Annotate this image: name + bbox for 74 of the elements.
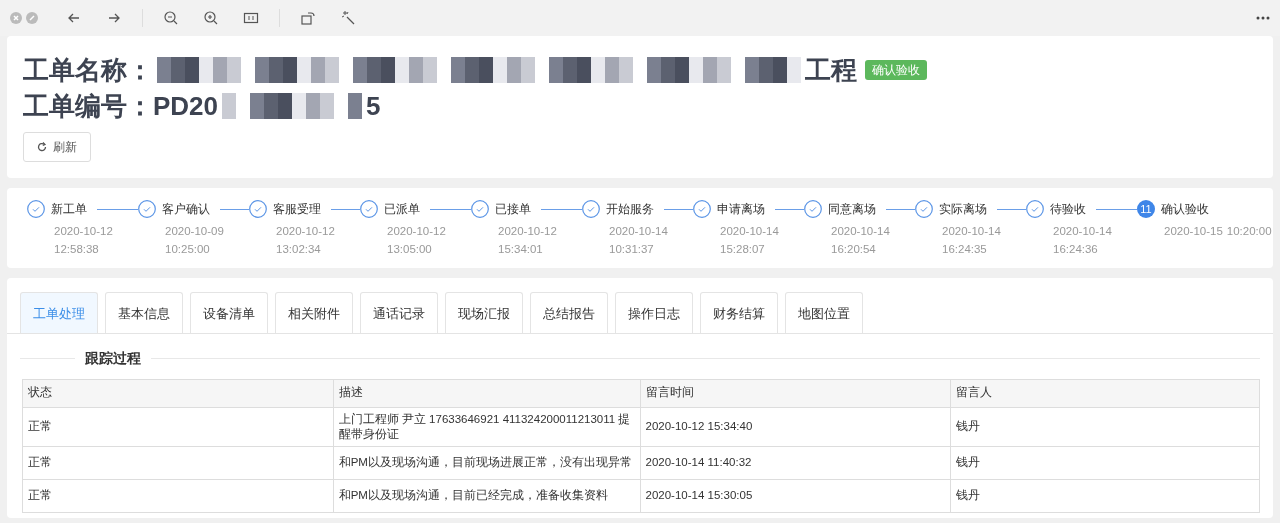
step-title: 客户确认: [162, 201, 210, 218]
step-title: 确认验收: [1161, 201, 1209, 218]
tab[interactable]: 现场汇报: [445, 292, 523, 333]
tab[interactable]: 总结报告: [530, 292, 608, 333]
step-title: 新工单: [51, 201, 87, 218]
step-date: 2020-10-14: [831, 224, 891, 239]
zoom-in-icon[interactable]: [203, 10, 219, 26]
order-number-label: 工单编号：: [23, 90, 153, 123]
rotate-icon[interactable]: [300, 10, 316, 26]
tab[interactable]: 设备清单: [190, 292, 268, 333]
step-date: 2020-10-09: [165, 224, 225, 239]
table-cell: 2020-10-14 11:40:32: [640, 446, 951, 479]
step-title: 客服受理: [273, 201, 321, 218]
order-name-label: 工单名称：: [23, 54, 153, 87]
tab[interactable]: 地图位置: [785, 292, 863, 333]
step-time: 12:58:38: [54, 242, 100, 257]
table-cell: 正常: [22, 479, 334, 512]
step-title: 实际离场: [939, 201, 987, 218]
step-title: 同意离场: [828, 201, 876, 218]
step-time: 16:20:54: [831, 242, 877, 257]
step-time: 10:20:00: [1226, 224, 1272, 239]
column-header: 留言人: [950, 379, 1260, 407]
step-time: 10:31:37: [609, 242, 655, 257]
column-header: 状态: [22, 379, 334, 407]
step-date: 2020-10-15: [1164, 224, 1223, 239]
table-cell: 钱丹: [950, 446, 1260, 479]
step-title: 开始服务: [606, 201, 654, 218]
step-time: 13:05:00: [387, 242, 433, 257]
step-title: 待验收: [1050, 201, 1086, 218]
more-icon[interactable]: [1256, 16, 1270, 20]
zoom-out-icon[interactable]: [163, 10, 179, 26]
step-date: 2020-10-12: [498, 224, 558, 239]
status-badge: 确认验收: [865, 60, 927, 80]
order-name-text: 工程: [805, 54, 857, 87]
refresh-button[interactable]: 刷新: [23, 132, 91, 162]
table-cell: 和PM以及现场沟通，目前已经完成，准备收集资料: [333, 479, 640, 512]
table-cell: 钱丹: [950, 479, 1260, 512]
refresh-icon: [37, 142, 47, 152]
table-cell: 正常: [22, 407, 334, 446]
step-date: 2020-10-14: [1053, 224, 1113, 239]
step-number: 11: [1137, 200, 1155, 218]
step-time: 10:25:00: [165, 242, 211, 257]
step-time: 16:24:35: [942, 242, 988, 257]
step-title: 申请离场: [717, 201, 765, 218]
table-cell: 正常: [22, 446, 334, 479]
step-title: 已接单: [495, 201, 531, 218]
step-date: 2020-10-14: [609, 224, 669, 239]
table-cell: 钱丹: [950, 407, 1260, 446]
order-number-text: 5: [366, 90, 381, 123]
tab[interactable]: 通话记录: [360, 292, 438, 333]
step-time: 15:28:07: [720, 242, 766, 257]
fit-size-icon[interactable]: [243, 10, 259, 26]
table-cell: 2020-10-14 15:30:05: [640, 479, 951, 512]
step-time: 15:34:01: [498, 242, 544, 257]
step-title: 已派单: [384, 201, 420, 218]
table-cell: 和PM以及现场沟通，目前现场进展正常，没有出现异常: [333, 446, 640, 479]
tab[interactable]: 操作日志: [615, 292, 693, 333]
step-date: 2020-10-14: [720, 224, 780, 239]
order-number-text: PD20: [153, 90, 219, 123]
column-header: 留言时间: [640, 379, 951, 407]
tab[interactable]: 相关附件: [275, 292, 353, 333]
tab[interactable]: 基本信息: [105, 292, 183, 333]
section-title: 跟踪过程: [84, 348, 142, 368]
step-time: 16:24:36: [1053, 242, 1099, 257]
table-cell: 上门工程师 尹立 17633646921 411324200011213011 提醒带身份证: [333, 407, 640, 446]
column-header: 描述: [333, 379, 640, 407]
step-date: 2020-10-12: [54, 224, 114, 239]
magic-wand-icon[interactable]: [340, 10, 356, 26]
step-date: 2020-10-14: [942, 224, 1002, 239]
step-time: 13:02:34: [276, 242, 322, 257]
step-date: 2020-10-12: [387, 224, 447, 239]
step-date: 2020-10-12: [276, 224, 336, 239]
table-cell: 2020-10-12 15:34:40: [640, 407, 951, 446]
tab[interactable]: 财务结算: [700, 292, 778, 333]
